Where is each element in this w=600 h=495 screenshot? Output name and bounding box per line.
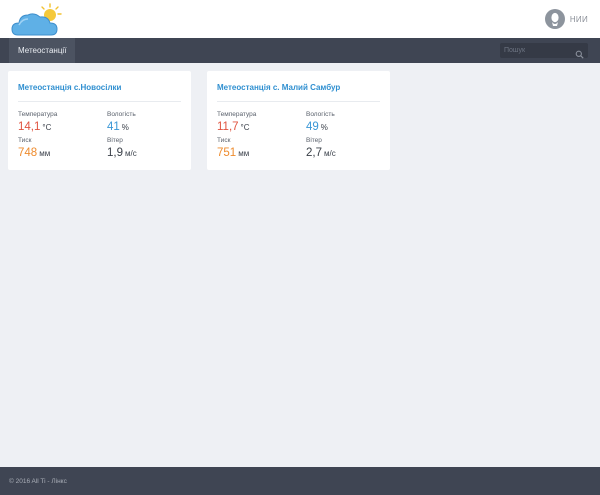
copyright-text: © 2016 All Ti - Лінкс [9, 477, 67, 485]
navbar: Метеостанції [0, 38, 600, 63]
footer: © 2016 All Ti - Лінкс [0, 467, 600, 495]
temperature-label: Температура [18, 111, 58, 118]
wind-value: 1,9 м/с [107, 147, 137, 159]
temperature-label: Температура [217, 111, 257, 118]
tab-label: Метеостанції [18, 46, 67, 55]
divider [217, 101, 380, 102]
pressure-label: Тиск [18, 137, 32, 144]
temperature-value: 14,1 °C [18, 121, 52, 133]
search-icon[interactable] [575, 46, 584, 59]
humidity-cell: Вологість 49% [306, 111, 335, 135]
station-title[interactable]: Метеостанція с.Новосілки [18, 83, 121, 92]
cloud-sun-icon[interactable] [10, 2, 66, 38]
pressure-cell: Тиск 751 мм [217, 137, 249, 161]
humidity-unit: % [320, 123, 328, 132]
wind-unit: м/с [324, 149, 336, 158]
pressure-cell: Тиск 748 мм [18, 137, 50, 161]
temperature-unit: °C [42, 123, 52, 132]
temperature-value: 11,7 °C [217, 121, 250, 133]
pressure-value: 748 мм [18, 147, 51, 159]
humidity-cell: Вологість 41% [107, 111, 136, 135]
user-name[interactable]: НИИ [570, 15, 588, 24]
wind-value: 2,7 м/с [306, 147, 336, 159]
pressure-value: 751 мм [217, 147, 250, 159]
humidity-unit: % [121, 123, 129, 132]
user-menu[interactable]: НИИ [544, 8, 588, 30]
station-card: Метеостанція с. Малий Самбур Температура… [207, 71, 390, 170]
search-input[interactable] [504, 44, 570, 56]
humidity-value: 49% [306, 121, 328, 133]
wind-label: Вітер [306, 137, 322, 144]
station-card: Метеостанція с.Новосілки Температура 14,… [8, 71, 191, 170]
station-title[interactable]: Метеостанція с. Малий Самбур [217, 83, 340, 92]
wind-cell: Вітер 1,9 м/с [107, 137, 137, 161]
pressure-unit: мм [238, 149, 250, 158]
pressure-label: Тиск [217, 137, 231, 144]
pressure-unit: мм [39, 149, 51, 158]
search-box [500, 43, 588, 59]
tab-weather-stations[interactable]: Метеостанції [9, 38, 76, 63]
user-avatar-icon[interactable] [544, 9, 565, 29]
humidity-label: Вологість [107, 111, 136, 118]
humidity-label: Вологість [306, 111, 335, 118]
wind-unit: м/с [125, 149, 137, 158]
wind-label: Вітер [107, 137, 123, 144]
wind-cell: Вітер 2,7 м/с [306, 137, 336, 161]
temperature-unit: °C [240, 123, 250, 132]
top-bar: НИИ [0, 0, 600, 38]
temperature-cell: Температура 14,1 °C [18, 111, 57, 135]
temperature-cell: Температура 11,7 °C [217, 111, 256, 135]
divider [18, 101, 181, 102]
humidity-value: 41% [107, 121, 129, 133]
